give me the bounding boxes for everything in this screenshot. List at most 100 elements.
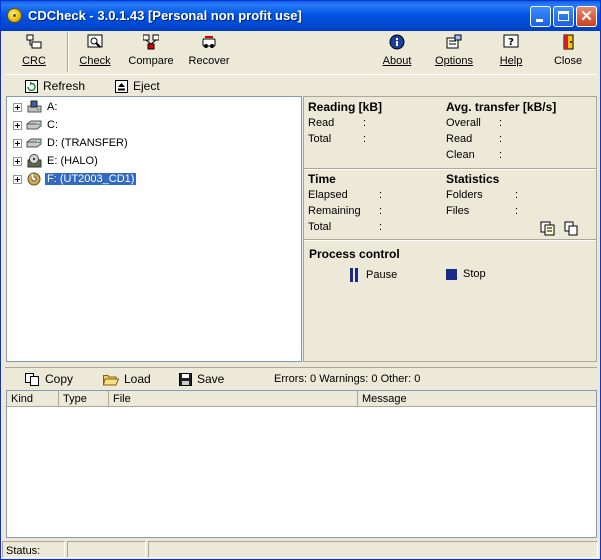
time-total-colon: : — [379, 221, 383, 233]
pause-icon — [350, 268, 358, 282]
time-title: Time — [308, 172, 336, 186]
reading-section: Reading [kB] Read : Total : Avg. transfe… — [304, 97, 596, 169]
column-header-type[interactable]: Type — [59, 391, 109, 407]
refresh-label: Refresh — [43, 79, 86, 93]
floppy-drive-icon — [26, 100, 42, 114]
svg-text:?: ? — [508, 37, 514, 48]
help-button[interactable]: ? Help — [495, 34, 527, 70]
tree-item-c[interactable]: C: — [13, 117, 60, 133]
refresh-icon — [25, 79, 38, 93]
eject-label: Eject — [133, 79, 160, 93]
avg-overall-label: Overall — [446, 117, 481, 129]
process-control-section: Process control Pause Stop — [304, 240, 596, 361]
time-remaining-colon: : — [379, 205, 383, 217]
app-cd-icon — [7, 8, 22, 23]
compare-button[interactable]: Compare — [127, 34, 175, 70]
save-log-label: Save — [197, 372, 225, 386]
exit-door-icon — [560, 34, 576, 50]
hard-disk-icon — [26, 136, 42, 150]
toolbar-separator — [67, 32, 69, 72]
tree-item-label: C: — [47, 119, 58, 131]
status-field — [67, 541, 146, 558]
log-summary: Errors: 0 Warnings: 0 Other: 0 — [274, 373, 421, 385]
refresh-button[interactable]: Refresh — [25, 78, 85, 94]
recover-icon — [201, 34, 217, 50]
copy-log-label: Copy — [45, 372, 74, 386]
stats-files-colon: : — [515, 205, 519, 217]
info-icon — [389, 34, 405, 50]
tree-item-d[interactable]: D: (TRANSFER) — [13, 135, 130, 151]
about-button[interactable]: About — [379, 34, 415, 70]
avg-transfer-title: Avg. transfer [kB/s] — [446, 100, 557, 114]
options-button[interactable]: Options — [431, 34, 477, 70]
avg-overall-colon: : — [499, 117, 503, 129]
reading-total-label: Total — [308, 133, 332, 145]
progress-panel: Reading [kB] Read : Total : Avg. transfe… — [303, 96, 597, 362]
compare-icon — [142, 34, 160, 50]
column-header-kind[interactable]: Kind — [7, 391, 59, 407]
column-header-file[interactable]: File — [109, 391, 358, 407]
pause-button[interactable]: Pause — [349, 268, 397, 282]
reading-read-label: Read — [308, 117, 335, 129]
copy-icon — [25, 372, 40, 386]
status-label: Status: — [6, 545, 41, 557]
drive-tree[interactable]: A: C: D: (TRANSFER) E: (HALO) F: (UT2003… — [6, 96, 302, 362]
avg-clean-label: Clean — [446, 149, 475, 161]
status-message-field — [148, 541, 598, 558]
time-remaining-label: Remaining — [308, 205, 361, 217]
close-window-button[interactable]: ✕ — [576, 6, 597, 27]
help-label: Help — [499, 55, 523, 67]
expand-icon[interactable] — [13, 156, 22, 166]
avg-read-colon: : — [499, 133, 503, 145]
tree-item-label: A: — [47, 101, 58, 113]
status-bar: Status: — [1, 540, 600, 559]
stats-folders-colon: : — [515, 189, 519, 201]
close-label: Close — [553, 55, 583, 67]
tree-item-e[interactable]: E: (HALO) — [13, 153, 100, 169]
reading-total-colon: : — [363, 133, 367, 145]
pause-label: Pause — [366, 269, 398, 281]
check-label: Check — [79, 55, 111, 67]
recover-button[interactable]: Recover — [185, 34, 233, 70]
eject-icon — [115, 79, 128, 93]
options-label: Options — [435, 55, 473, 67]
tree-item-f[interactable]: F: (UT2003_CD1) — [13, 171, 137, 187]
close-app-button[interactable]: Close — [549, 34, 587, 70]
save-log-button[interactable]: Save — [179, 371, 224, 387]
maximize-button[interactable] — [553, 6, 574, 27]
copy-stats-button[interactable] — [540, 221, 555, 239]
load-log-button[interactable]: Load — [102, 371, 151, 387]
tree-item-label: E: (HALO) — [47, 155, 98, 167]
open-folder-icon — [102, 373, 120, 386]
expand-icon[interactable] — [13, 120, 22, 130]
close-icon: ✕ — [580, 8, 593, 25]
check-button[interactable]: Check — [75, 34, 115, 70]
minimize-button[interactable] — [530, 6, 551, 27]
compare-label: Compare — [128, 55, 174, 67]
time-elapsed-colon: : — [379, 189, 383, 201]
copy-button-small[interactable] — [564, 221, 579, 239]
status-label-cell: Status: — [2, 541, 65, 558]
column-header-message[interactable]: Message — [358, 391, 596, 407]
copy-stats-icon — [540, 221, 555, 236]
stop-icon — [446, 268, 457, 280]
eject-button[interactable]: Eject — [115, 78, 160, 94]
expand-icon[interactable] — [13, 174, 22, 184]
tree-item-a[interactable]: A: — [13, 99, 59, 115]
crc-button[interactable]: CRC — [11, 34, 57, 70]
copy-log-button[interactable]: Copy — [25, 371, 73, 387]
log-list[interactable]: Kind Type File Message — [6, 390, 597, 538]
stop-button[interactable]: Stop — [446, 268, 486, 280]
reading-read-colon: : — [363, 117, 367, 129]
crc-icon — [26, 34, 42, 50]
save-disk-icon — [179, 372, 192, 386]
cd-drive-icon — [26, 172, 42, 186]
stats-folders-label: Folders — [446, 189, 483, 201]
expand-icon[interactable] — [13, 102, 22, 112]
recover-label: Recover — [188, 55, 230, 67]
expand-icon[interactable] — [13, 138, 22, 148]
reading-title: Reading [kB] — [308, 100, 383, 114]
title-bar[interactable]: CDCheck - 3.0.1.43 [Personal non profit … — [1, 1, 600, 31]
avg-clean-colon: : — [499, 149, 503, 161]
minimize-icon — [536, 19, 543, 22]
